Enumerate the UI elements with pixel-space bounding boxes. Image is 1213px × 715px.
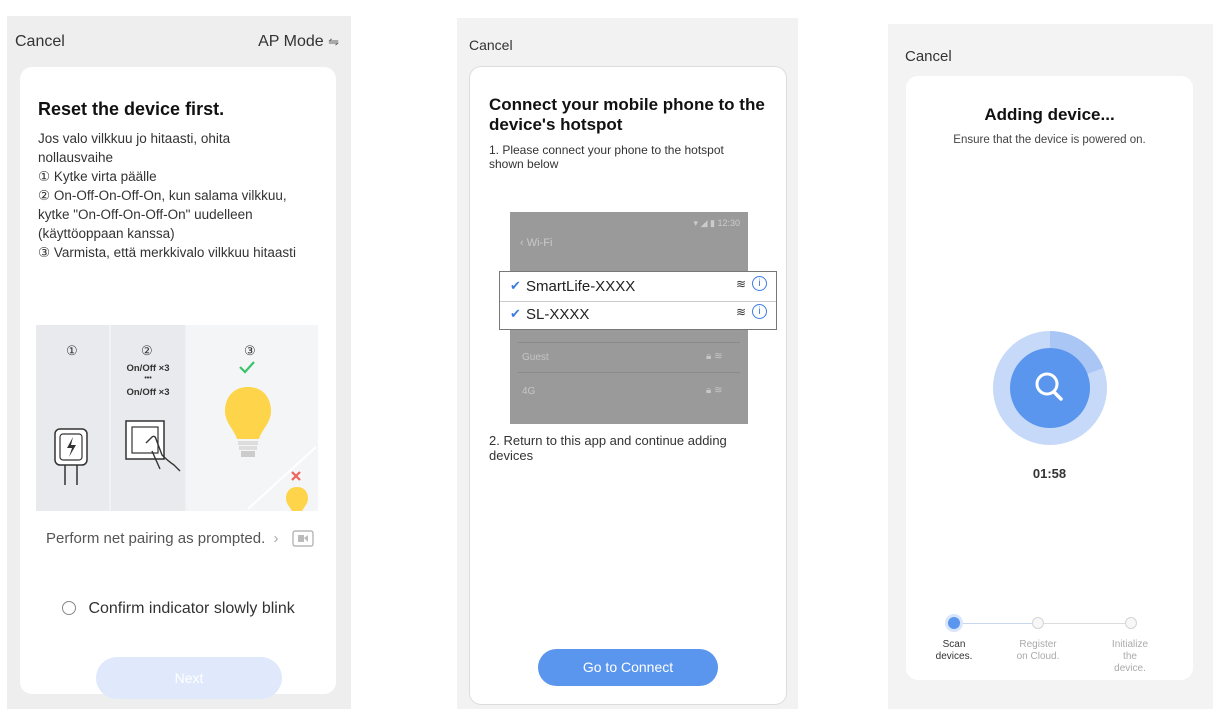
hotspot-card: Connect your mobile phone to the device'… bbox=[469, 66, 787, 705]
wifi-icon: ≋ bbox=[736, 305, 747, 319]
wifi-header: ‹ Wi-Fi bbox=[520, 237, 552, 249]
step-number-2: ② bbox=[141, 343, 153, 358]
hotspot-ssid: SmartLife-XXXX bbox=[526, 278, 636, 295]
reset-illustration: ① ② ③ On/Off ×3 ••• On/Off ×3 bbox=[36, 325, 318, 511]
page-title: Adding device... bbox=[984, 105, 1115, 124]
title-line: device's hotspot bbox=[489, 115, 623, 134]
lock-wifi-icon: 🔒︎ ≋ bbox=[706, 351, 723, 362]
hotspot-list: ✔ SmartLife-XXXX ≋ i ✔ SL-XXXX ≋ i bbox=[499, 271, 777, 330]
info-icon[interactable]: i bbox=[752, 276, 767, 291]
step-label-line: Scan bbox=[942, 639, 966, 650]
step-label-line: Register bbox=[1019, 639, 1057, 650]
hotspot-row[interactable]: ✔ SL-XXXX ≋ i bbox=[500, 301, 776, 329]
bulb-blink-icon bbox=[286, 487, 308, 511]
step-dot-register bbox=[1032, 617, 1044, 629]
cancel-button[interactable]: Cancel bbox=[905, 48, 952, 65]
instruction-step-3: ③ Varmista, että merkkivalo vilkkuu hita… bbox=[38, 245, 296, 260]
progress-line bbox=[1043, 623, 1125, 624]
instruction-line: devices bbox=[489, 448, 534, 463]
adding-device-card: Adding device... Ensure that the device … bbox=[906, 76, 1193, 680]
step-label-register: Register on Cloud. bbox=[1011, 639, 1065, 663]
step-label-line: the bbox=[1123, 651, 1137, 662]
status-time: 12:30 bbox=[717, 218, 740, 228]
onoff-label: On/Off ×3 bbox=[126, 387, 170, 398]
step-dot-scan bbox=[948, 617, 960, 629]
screen-reset-device: Cancel AP Mode ⇋ Reset the device first.… bbox=[7, 16, 351, 709]
step-label-initialize: Initialize the device. bbox=[1103, 639, 1157, 675]
switch-press-icon bbox=[125, 420, 181, 472]
screen-connect-hotspot: Cancel Connect your mobile phone to the … bbox=[457, 18, 798, 709]
cancel-button[interactable]: Cancel bbox=[469, 37, 513, 53]
title-line: Connect your mobile phone to the bbox=[489, 95, 765, 114]
radio-icon bbox=[62, 601, 76, 615]
confirm-blink-label: Confirm indicator slowly blink bbox=[88, 600, 295, 617]
step-number-3: ③ bbox=[244, 343, 256, 358]
page-title: Connect your mobile phone to the device'… bbox=[489, 95, 765, 135]
step-number-1: ① bbox=[66, 343, 78, 358]
page-title: Reset the device first. bbox=[38, 99, 225, 119]
instruction-line: nollausvaihe bbox=[38, 150, 114, 165]
ap-mode-button[interactable]: AP Mode ⇋ bbox=[258, 33, 339, 51]
signal-icon: ▾ ◢ ▮ bbox=[693, 218, 715, 228]
switch-icon: ⇋ bbox=[328, 34, 339, 49]
wifi-icon: ≋ bbox=[736, 277, 747, 291]
check-icon: ✔ bbox=[510, 306, 521, 321]
back-icon: ‹ bbox=[520, 237, 524, 249]
network-4g: 4G bbox=[522, 386, 536, 397]
divider bbox=[518, 372, 740, 373]
instruction-line: 2. Return to this app and continue addin… bbox=[489, 433, 727, 448]
pairing-hint-link[interactable]: Perform net pairing as prompted. › bbox=[46, 530, 278, 547]
instruction-2: 2. Return to this app and continue addin… bbox=[489, 433, 727, 463]
go-to-connect-button[interactable]: Go to Connect bbox=[538, 649, 718, 686]
cancel-button[interactable]: Cancel bbox=[15, 33, 65, 51]
instruction-step-2: ② On-Off-On-Off-On, kun salama vilkkuu, bbox=[38, 188, 287, 203]
confirm-blink-radio[interactable]: Confirm indicator slowly blink bbox=[62, 600, 295, 618]
hotspot-row[interactable]: ✔ SmartLife-XXXX ≋ i bbox=[500, 273, 776, 302]
reset-card: Reset the device first. Jos valo vilkkuu… bbox=[20, 67, 338, 699]
onoff-label: On/Off ×3 bbox=[126, 363, 170, 374]
step-label-line: Initialize bbox=[1111, 639, 1149, 650]
instruction-step-1: ① Kytke virta päälle bbox=[38, 169, 157, 184]
screen-adding-device: Cancel Adding device... Ensure that the … bbox=[888, 24, 1213, 709]
chevron-right-icon: › bbox=[273, 530, 279, 547]
subtitle: Ensure that the device is powered on. bbox=[953, 134, 1146, 146]
wifi-header-label: Wi-Fi bbox=[526, 237, 553, 249]
check-icon bbox=[239, 361, 255, 374]
hotspot-ssid: SL-XXXX bbox=[526, 306, 590, 323]
check-icon: ✔ bbox=[510, 278, 521, 293]
network-guest: Guest bbox=[522, 352, 549, 363]
step-label-line: on Cloud. bbox=[1016, 651, 1060, 662]
error-x-icon bbox=[291, 471, 301, 481]
instruction-1: 1. Please connect your phone to the hots… bbox=[489, 143, 724, 171]
step-label-scan: Scan devices. bbox=[928, 639, 980, 663]
instruction-line: (käyttöoppaan kanssa) bbox=[38, 226, 175, 241]
step-label-line: devices. bbox=[935, 651, 973, 662]
ap-mode-label: AP Mode bbox=[258, 33, 324, 50]
instruction-line: kytke "On-Off-On-Off-On" uudelleen bbox=[38, 207, 253, 222]
lock-wifi-icon: 🔒︎ ≋ bbox=[706, 385, 723, 396]
instruction-line: 1. Please connect your phone to the hots… bbox=[489, 143, 724, 157]
info-icon[interactable]: i bbox=[752, 304, 767, 319]
status-bar: ▾ ◢ ▮ 12:30 bbox=[694, 218, 740, 229]
countdown-timer: 01:58 bbox=[1032, 466, 1067, 481]
progress-line bbox=[960, 623, 1032, 624]
plug-icon bbox=[54, 428, 88, 485]
instruction-line: Jos valo vilkkuu jo hitaasti, ohita bbox=[38, 131, 231, 146]
next-button[interactable]: Next bbox=[96, 657, 282, 699]
scan-progress-icon bbox=[993, 331, 1107, 445]
pairing-hint-text: Perform net pairing as prompted. bbox=[46, 530, 266, 547]
reset-instructions: Jos valo vilkkuu jo hitaasti, ohita noll… bbox=[38, 129, 338, 262]
step-dot-initialize bbox=[1125, 617, 1137, 629]
video-icon[interactable] bbox=[292, 530, 314, 547]
divider bbox=[518, 342, 740, 343]
step-label-line: device. bbox=[1114, 663, 1146, 674]
dots-label: ••• bbox=[144, 375, 152, 382]
instruction-line: shown below bbox=[489, 157, 559, 171]
